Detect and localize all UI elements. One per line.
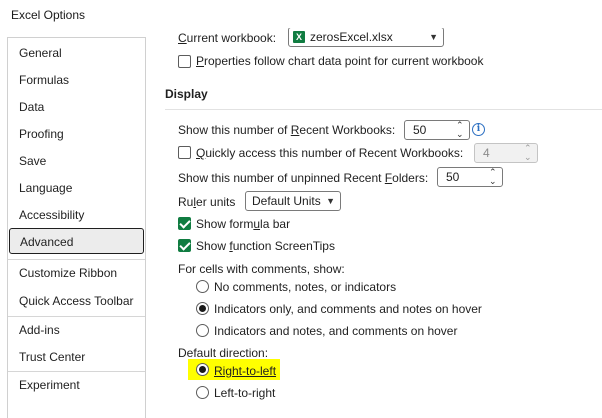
quick-access-text: uickly access this number of Recent Work… [205,146,464,160]
spin-down-icon[interactable]: ⌄ [456,130,464,139]
ruler-units-text-b: er units [196,195,236,209]
formula-bar-text-b: la bar [260,217,291,231]
default-direction-label: Default direction: [178,346,269,360]
display-section-heading: Display [165,87,208,101]
quick-access-label: Quickly access this number of Recent Wor… [196,146,463,160]
nav-item-formulas[interactable]: Formulas [8,67,145,93]
unpinned-folders-text-a: Show this number of unpinned Recent [178,171,385,185]
unpinned-folders-label: Show this number of unpinned Recent Fold… [178,171,428,185]
nav-item-proofing[interactable]: Proofing [8,121,145,147]
formula-bar-text-a: Show form [196,217,254,231]
nav-item-save[interactable]: Save [8,148,145,174]
nav-item-customize-ribbon[interactable]: Customize Ribbon [8,260,145,286]
function-screentips-text-b: unction ScreenTips [232,239,335,253]
current-workbook-label-text: urrent workbook: [186,31,277,45]
window-title: Excel Options [11,8,86,22]
quick-access-checkbox[interactable] [178,146,191,159]
ruler-units-value: Default Units [252,194,321,208]
nav-item-data[interactable]: Data [8,94,145,120]
quick-access-spinner: 4 ⌃ ⌄ [474,143,538,163]
nav-item-advanced[interactable]: Advanced [9,228,144,254]
recent-workbooks-spinner[interactable]: 50 ⌃ ⌄ [404,120,470,140]
unpinned-folders-spinner[interactable]: 50 ⌃ ⌄ [437,167,503,187]
function-screentips-text-a: Show [196,239,230,253]
properties-follow-accesskey: P [196,54,205,68]
comments-indicators-only-radio[interactable] [196,302,209,315]
nav-item-quick-access-toolbar[interactable]: Quick Access Toolbar [8,288,145,314]
comments-indicators-only-label: Indicators only, and comments and notes … [214,302,482,316]
right-to-left-label: Right-to-left [214,364,277,378]
left-to-right-radio[interactable] [196,386,209,399]
spin-down-icon: ⌄ [524,152,532,162]
options-nav: General Formulas Data Proofing Save Lang… [7,37,146,418]
spin-down-icon[interactable]: ⌄ [489,177,497,186]
current-workbook-label: Current workbook: [178,31,276,45]
right-to-left-radio[interactable] [196,363,209,376]
excel-file-icon: X [293,31,305,43]
unpinned-folders-text-b: olders: [392,171,429,185]
recent-workbooks-text-a: Show this number of [178,123,291,137]
nav-item-accessibility[interactable]: Accessibility [8,202,145,228]
section-divider [165,109,602,110]
properties-follow-text: roperties follow chart data point for cu… [204,54,484,68]
comments-indicators-notes-label: Indicators and notes, and comments on ho… [214,324,458,338]
properties-follow-label: Properties follow chart data point for c… [196,54,483,68]
current-workbook-select[interactable]: X zerosExcel.xlsx ▼ [288,28,444,47]
info-icon[interactable]: i [472,123,485,136]
quick-access-accesskey: Q [196,146,206,160]
nav-item-experiment[interactable]: Experiment [8,372,145,398]
unpinned-folders-value: 50 [446,170,460,184]
formula-bar-checkbox[interactable] [178,217,191,230]
nav-item-general[interactable]: General [8,40,145,66]
formula-bar-label: Show formula bar [196,217,290,231]
comments-none-radio[interactable] [196,280,209,293]
recent-workbooks-label: Show this number of Recent Workbooks: [178,123,395,137]
comments-group-label: For cells with comments, show: [178,262,345,276]
function-screentips-checkbox[interactable] [178,239,191,252]
advanced-options-panel: Current workbook: X zerosExcel.xlsx ▼ Pr… [150,28,602,415]
nav-item-add-ins[interactable]: Add-ins [8,317,145,343]
comments-indicators-notes-radio[interactable] [196,324,209,337]
recent-workbooks-text-b: ecent Workbooks: [299,123,396,137]
recent-workbooks-value: 50 [413,123,427,137]
ruler-units-label: Ruler units [178,195,235,209]
chevron-down-icon: ▼ [326,196,335,206]
ruler-units-select[interactable]: Default Units ▼ [245,191,341,211]
nav-item-trust-center[interactable]: Trust Center [8,344,145,370]
nav-item-language[interactable]: Language [8,175,145,201]
quick-access-value: 4 [483,146,490,160]
properties-follow-checkbox[interactable] [178,55,191,68]
function-screentips-label: Show function ScreenTips [196,239,335,253]
chevron-down-icon: ▼ [429,32,438,42]
ruler-units-text-a: Ru [178,195,194,209]
left-to-right-label: Left-to-right [214,386,276,400]
current-workbook-label-accesskey: C [178,31,187,45]
comments-none-label: No comments, notes, or indicators [214,280,397,294]
current-workbook-value: zerosExcel.xlsx [310,30,393,44]
